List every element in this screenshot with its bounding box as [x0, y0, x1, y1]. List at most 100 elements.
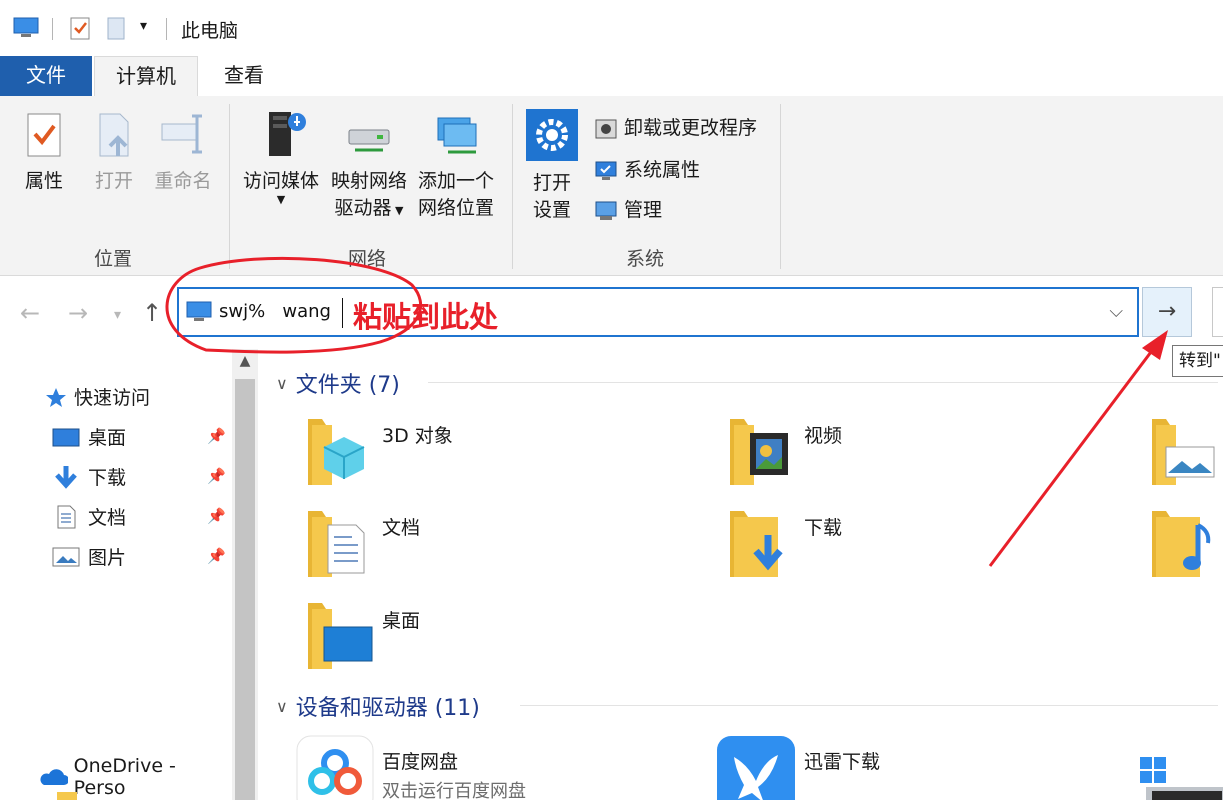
folder-label: 桌面 [382, 610, 421, 632]
devices-section-header[interactable]: ∨ 设备和驱动器 (11) [276, 690, 480, 722]
nav-item-download[interactable]: 下载 [52, 463, 126, 490]
folder-tile-downloads[interactable] [728, 505, 794, 584]
nav-quick-access-label: 快速访问 [74, 387, 151, 409]
pin-icon[interactable]: 📌 [207, 547, 226, 565]
pin-icon[interactable]: 📌 [207, 507, 226, 525]
folder-tile-desktop[interactable] [306, 597, 376, 676]
properties-label: 属性 [24, 170, 63, 192]
folder-tile-documents[interactable] [306, 505, 372, 584]
device-label: 迅雷下载 [804, 751, 881, 773]
folder-tile-pictures-partial[interactable] [1150, 413, 1220, 492]
access-media-button[interactable]: 访问媒体 ▼ [240, 108, 322, 205]
group-label-network: 网络 [348, 248, 387, 270]
collapse-chevron-icon: ∨ [276, 696, 288, 716]
nav-item-desktop[interactable]: 桌面 [52, 423, 126, 450]
nav-item-label: 图片 [88, 547, 127, 569]
computer-icon [13, 17, 39, 37]
pin-icon[interactable]: 📌 [207, 427, 226, 445]
paste-here-annotation: 粘贴到此处 [353, 300, 499, 334]
up-arrow-icon[interactable]: ↑ [142, 299, 162, 327]
collapse-chevron-icon: ∨ [276, 373, 288, 393]
folder-tile-3d-objects[interactable] [306, 413, 372, 492]
search-box[interactable] [1212, 287, 1223, 337]
scroll-thumb[interactable] [235, 379, 255, 800]
add-location-label-2: 网络位置 [417, 197, 494, 219]
device-tile-windows-drive-partial[interactable] [1138, 753, 1223, 800]
properties-quick-icon[interactable] [68, 16, 94, 42]
nav-quick-access[interactable]: 快速访问 [44, 383, 150, 410]
system-properties-icon [595, 161, 617, 180]
map-drive-dropdown-icon: ▼ [391, 204, 404, 217]
nav-onedrive-label: OneDrive - Perso [73, 755, 176, 799]
nav-item-label: 下载 [88, 467, 127, 489]
open-settings-label-1: 打开 [532, 172, 571, 194]
devices-section-title: 设备和驱动器 (11) [295, 696, 480, 721]
go-to-button[interactable]: → [1142, 287, 1192, 337]
forward-arrow-icon[interactable]: → [68, 299, 88, 327]
folder-tile-videos[interactable] [728, 413, 794, 492]
access-media-label: 访问媒体 [242, 170, 319, 192]
downloads-folder-icon [730, 511, 783, 577]
ribbon-tabs: 文件 计算机 查看 [0, 56, 1223, 96]
address-history-dropdown-icon[interactable]: ⌵ [1109, 301, 1123, 322]
open-button[interactable]: 打开 [90, 108, 138, 195]
pin-icon[interactable]: 📌 [207, 467, 226, 485]
nav-scrollbar[interactable]: ▲ [232, 349, 258, 800]
uninstall-icon [595, 119, 617, 139]
new-folder-quick-icon[interactable] [106, 16, 128, 42]
map-network-drive-button[interactable]: 映射网络 驱动器 ▼ [328, 108, 410, 224]
folders-section-title: 文件夹 (7) [295, 373, 400, 398]
pictures-folder-icon [1152, 419, 1215, 485]
device-label: 百度网盘 [382, 751, 459, 773]
back-arrow-icon[interactable]: ← [20, 299, 40, 327]
group-label-system: 系统 [626, 248, 665, 270]
open-settings-button[interactable]: 打开 设置 [524, 108, 580, 224]
address-bar[interactable]: swj% wang 粘贴到此处 ⌵ [177, 287, 1139, 337]
rename-label: 重命名 [154, 170, 212, 192]
folder-tile-music-partial[interactable] [1150, 505, 1220, 584]
recent-locations-icon[interactable]: ▾ [114, 307, 121, 323]
folder-label: 文档 [382, 517, 421, 539]
network-drive-icon [348, 129, 390, 152]
folder-label: 3D 对象 [382, 425, 453, 447]
access-media-dropdown-icon: ▼ [276, 193, 286, 206]
network-location-icon [437, 117, 477, 154]
properties-button[interactable]: 属性 [20, 108, 68, 195]
desktop-icon [52, 428, 80, 446]
customize-quick-access-icon[interactable]: ▾ [140, 18, 147, 34]
manage-button[interactable]: 管理 [594, 196, 662, 224]
desktop-folder-icon [308, 603, 373, 669]
nav-item-pictures[interactable]: 图片 [52, 543, 126, 570]
system-properties-label: 系统属性 [624, 159, 701, 181]
device-sublabel: 双击运行百度网盘 [382, 781, 526, 800]
music-folder-icon [1152, 511, 1211, 577]
map-drive-label-1: 映射网络 [330, 170, 407, 192]
rename-button[interactable]: 重命名 [150, 108, 216, 195]
scroll-up-icon[interactable]: ▲ [232, 353, 258, 369]
pictures-icon [52, 547, 80, 566]
documents-folder-icon [308, 511, 365, 577]
add-location-label-1: 添加一个 [417, 170, 494, 192]
map-drive-label-2: 驱动器 [334, 197, 392, 219]
title-bar: ▾ 此电脑 [0, 0, 1223, 56]
tab-computer[interactable]: 计算机 [94, 56, 198, 96]
settings-gear-icon [526, 109, 578, 161]
go-to-tooltip: 转到" [1172, 345, 1223, 377]
nav-item-label: 桌面 [88, 427, 127, 449]
tab-file[interactable]: 文件 [0, 56, 92, 96]
open-label: 打开 [94, 170, 133, 192]
media-server-icon [269, 112, 306, 156]
folders-section-header[interactable]: ∨ 文件夹 (7) [276, 367, 400, 399]
folder-partial-icon [57, 792, 77, 800]
address-input-value[interactable]: swj% wang [219, 301, 331, 322]
add-network-location-button[interactable]: 添加一个 网络位置 [414, 108, 498, 222]
device-tile-xunlei[interactable] [716, 735, 796, 800]
system-properties-button[interactable]: 系统属性 [594, 156, 700, 184]
device-tile-baidu-netdisk[interactable] [296, 735, 374, 800]
star-icon [46, 387, 66, 407]
xunlei-icon [717, 736, 795, 800]
uninstall-program-button[interactable]: 卸载或更改程序 [594, 114, 757, 142]
tab-view[interactable]: 查看 [210, 56, 278, 96]
nav-item-documents[interactable]: 文档 [52, 503, 126, 530]
go-arrow-icon: → [1157, 299, 1177, 324]
